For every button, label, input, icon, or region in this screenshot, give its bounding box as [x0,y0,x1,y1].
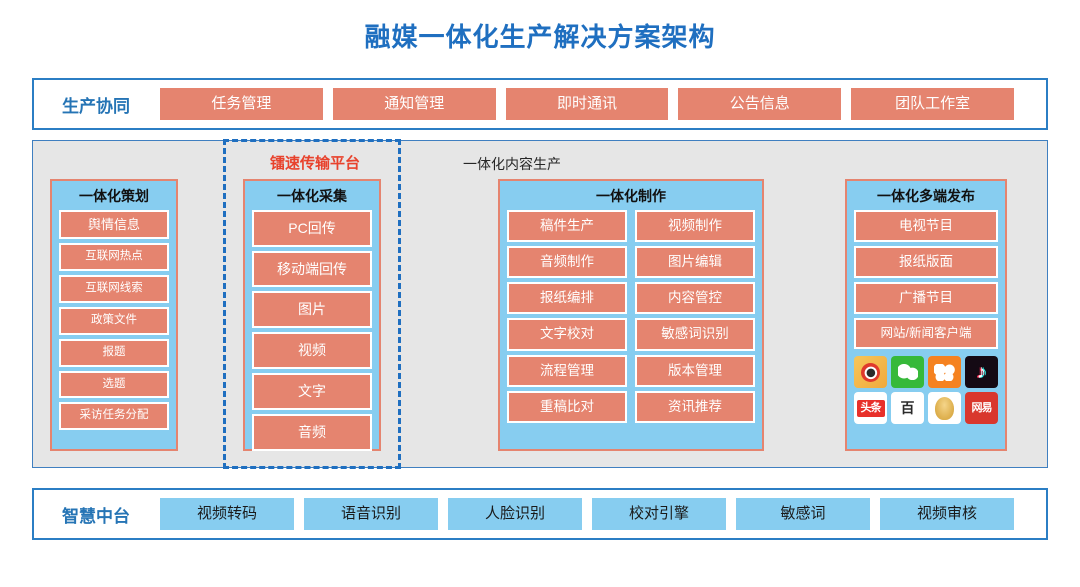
make-item[interactable]: 重稿比对 [507,390,627,423]
make-item[interactable]: 资讯推荐 [635,390,755,423]
planning-item[interactable]: 互联网线索 [59,275,169,303]
netease-icon[interactable]: 网易 [965,392,998,425]
planning-item[interactable]: 舆情信息 [59,209,169,240]
panel-publish-title: 一体化多端发布 [877,188,975,204]
make-item[interactable]: 报纸编排 [507,282,627,315]
smart-platform-item[interactable]: 人脸识别 [448,497,582,531]
panel-capture-title: 一体化采集 [277,188,347,204]
planning-item[interactable]: 报题 [59,338,169,367]
baidu-icon[interactable]: 百 [891,392,924,425]
social-channel-grid: ♪ 头条 百 网易 [854,356,998,425]
panel-planning-items: 舆情信息 互联网热点 互联网线索 政策文件 报题 选题 采访任务分配 [59,209,169,431]
collaboration-item[interactable]: 团队工作室 [851,87,1014,121]
collaboration-item[interactable]: 通知管理 [332,87,496,121]
smart-platform-item[interactable]: 语音识别 [304,497,438,531]
panel-make: 一体化制作 稿件生产 视频制作 音频制作 图片编辑 报纸编排 内容管控 文字校对… [498,179,764,451]
planning-item[interactable]: 互联网热点 [59,243,169,272]
capture-item[interactable]: 移动端回传 [252,250,372,288]
content-production-caption: 一体化内容生产 [463,156,561,172]
panel-make-title: 一体化制作 [596,188,666,204]
smart-platform-item[interactable]: 视频转码 [160,497,294,531]
make-item[interactable]: 音频制作 [507,245,627,279]
capture-item[interactable]: 视频 [252,332,372,369]
douyin-glyph: ♪ [976,361,987,383]
capture-item[interactable]: 文字 [252,372,372,410]
weibo-icon[interactable] [854,356,887,389]
make-item[interactable]: 内容管控 [635,282,755,315]
capture-item[interactable]: 图片 [252,291,372,329]
transfer-platform-caption: 镭速传输平台 [269,155,360,172]
make-item[interactable]: 版本管理 [635,354,755,387]
panel-make-items: 稿件生产 视频制作 音频制作 图片编辑 报纸编排 内容管控 文字校对 敏感词识别… [507,209,755,423]
make-item[interactable]: 文字校对 [507,318,627,351]
panel-capture-items: PC回传 移动端回传 图片 视频 文字 音频 [252,209,372,451]
smart-platform-bar-label: 智慧中台 [62,506,130,526]
smart-platform-item[interactable]: 敏感词 [736,497,870,531]
architecture-stage: 镭速传输平台 一体化内容生产 一体化策划 舆情信息 互联网热点 互联网线索 政策… [32,139,1048,469]
publish-item[interactable]: 报纸版面 [854,245,998,279]
capture-item[interactable]: 音频 [252,413,372,451]
collaboration-item[interactable]: 即时通讯 [505,87,669,121]
panel-planning: 一体化策划 舆情信息 互联网热点 互联网线索 政策文件 报题 选题 采访任务分配 [50,179,178,451]
wechat-icon[interactable] [891,356,924,389]
collaboration-bar: 生产协同 任务管理 通知管理 即时通讯 公告信息 团队工作室 [32,78,1048,130]
make-item[interactable]: 流程管理 [507,354,627,387]
wechat-glyph [897,364,918,381]
publish-item[interactable]: 网站/新闻客户端 [854,318,998,350]
netease-glyph: 网易 [971,401,993,414]
qzone-glyph [934,363,955,381]
panel-capture: 一体化采集 PC回传 移动端回传 图片 视频 文字 音频 [243,179,381,451]
panel-planning-title: 一体化策划 [79,188,149,204]
make-item[interactable]: 视频制作 [635,209,755,242]
toutiao-icon[interactable]: 头条 [854,392,887,425]
baidu-glyph: 百 [900,400,915,417]
smart-platform-bar: 智慧中台 视频转码 语音识别 人脸识别 校对引擎 敏感词 视频审核 [32,488,1048,540]
toutiao-glyph: 头条 [856,399,885,417]
collaboration-bar-label: 生产协同 [62,96,130,116]
capture-item[interactable]: PC回传 [252,209,372,247]
smart-platform-items: 视频转码 语音识别 人脸识别 校对引擎 敏感词 视频审核 [160,497,1032,531]
collaboration-item[interactable]: 任务管理 [160,87,323,121]
panel-publish: 一体化多端发布 电视节目 报纸版面 广播节目 网站/新闻客户端 ♪ 头条 百 网… [845,179,1007,451]
planning-item[interactable]: 政策文件 [59,306,169,335]
planning-item[interactable]: 采访任务分配 [59,402,169,431]
make-item[interactable]: 敏感词识别 [635,318,755,351]
smart-platform-item[interactable]: 校对引擎 [592,497,726,531]
publish-item[interactable]: 广播节目 [854,282,998,315]
planning-item[interactable]: 选题 [59,370,169,399]
collaboration-items: 任务管理 通知管理 即时通讯 公告信息 团队工作室 [160,87,1032,121]
publish-item[interactable]: 电视节目 [854,209,998,242]
douyin-icon[interactable]: ♪ [965,356,998,389]
qq-glyph [935,396,954,420]
smart-platform-item[interactable]: 视频审核 [880,497,1014,531]
page-title: 融媒一体化生产解决方案架构 [364,22,716,52]
panel-publish-items: 电视节目 报纸版面 广播节目 网站/新闻客户端 [854,209,998,350]
make-item[interactable]: 稿件生产 [507,209,627,242]
weibo-glyph [861,362,880,382]
qzone-icon[interactable] [928,356,961,389]
make-item[interactable]: 图片编辑 [635,245,755,279]
qq-icon[interactable] [928,392,961,425]
collaboration-item[interactable]: 公告信息 [678,87,842,121]
